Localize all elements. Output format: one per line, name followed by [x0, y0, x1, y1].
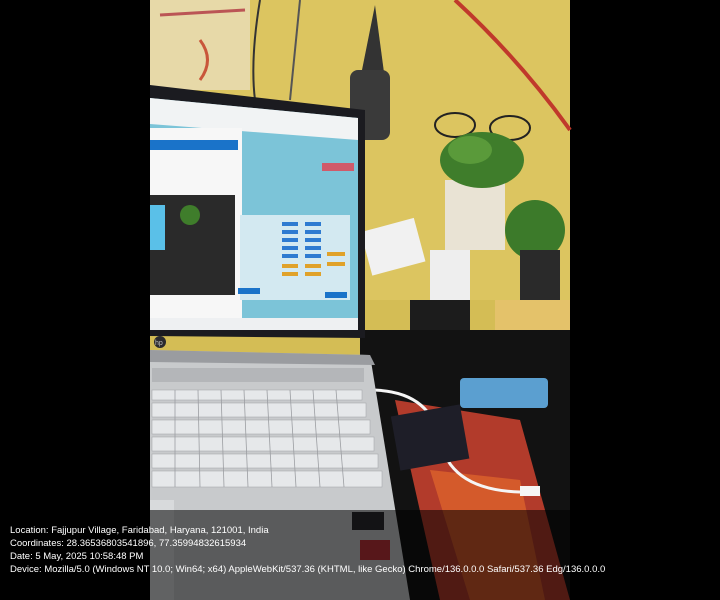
coordinates-text: Coordinates: 28.36536803541896, 77.35994… — [10, 538, 247, 549]
device-text: Device: Mozilla/5.0 (Windows NT 10.0; Wi… — [10, 564, 606, 575]
metadata-overlay: Location: Fajjupur Village, Faridabad, H… — [0, 510, 720, 600]
date-text: Date: 5 May, 2025 10:58:48 PM — [10, 551, 144, 562]
location-text: Location: Fajjupur Village, Faridabad, H… — [10, 525, 269, 536]
svg-text:hp: hp — [155, 340, 163, 347]
